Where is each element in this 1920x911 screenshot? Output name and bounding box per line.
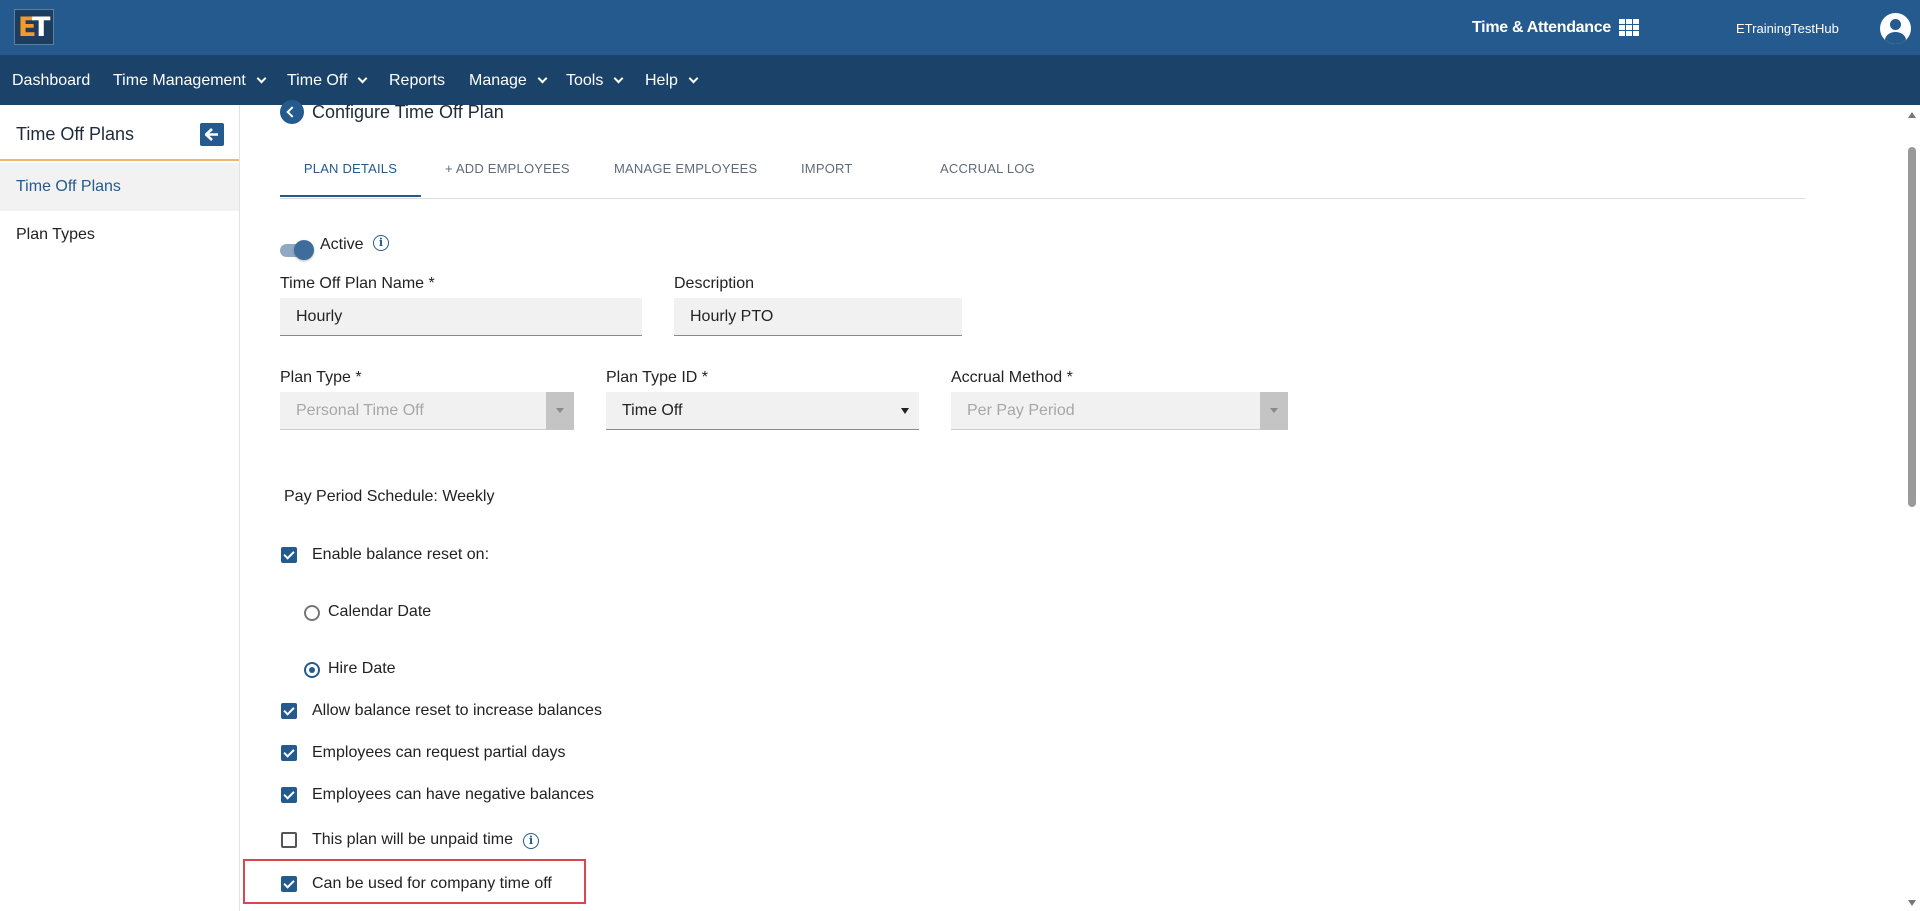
app-title: Time & Attendance — [1472, 19, 1611, 36]
dropdown-caret-icon — [546, 392, 574, 430]
plan-name-field[interactable]: Hourly — [280, 298, 642, 336]
nav-time-management[interactable]: Time Management — [113, 70, 267, 92]
user-avatar-icon[interactable] — [1880, 13, 1911, 44]
tab-manage-employees[interactable]: Manage Employees — [614, 139, 757, 197]
nav-item-label: Manage — [469, 72, 527, 89]
allow-reset-increase-label: Allow balance reset to increase balances — [312, 702, 602, 719]
back-arrow-icon[interactable] — [280, 100, 304, 124]
nav-item-label: Dashboard — [12, 72, 91, 89]
description-label: Description — [674, 275, 755, 292]
nav-reports[interactable]: Reports — [389, 70, 445, 92]
accrual-method-label: Accrual Method * — [951, 369, 1073, 386]
nav-help[interactable]: Help — [645, 70, 699, 92]
plan-type-label: Plan Type * — [280, 369, 362, 386]
radio-hire-date[interactable] — [304, 662, 320, 678]
highlight-annotation — [243, 859, 586, 904]
partial-days-checkbox[interactable] — [281, 745, 297, 761]
chevron-down-icon — [358, 73, 368, 84]
plan-type-select[interactable]: Personal Time Off — [280, 392, 574, 430]
tab-bar: Plan Details + Add Employees Manage Empl… — [280, 139, 1805, 199]
nav-item-label: Help — [645, 72, 678, 89]
sidebar-header: Time Off Plans — [0, 105, 239, 161]
nav-manage[interactable]: Manage — [469, 70, 548, 92]
sidebar-title: Time Off Plans — [16, 124, 135, 144]
app-grid-icon[interactable] — [1619, 19, 1640, 37]
accrual-method-select[interactable]: Per Pay Period — [951, 392, 1288, 430]
tab-plan-details[interactable]: Plan Details — [280, 139, 421, 197]
chevron-down-icon — [256, 73, 267, 84]
chevron-down-icon — [537, 73, 548, 84]
plan-name-label: Time Off Plan Name * — [280, 275, 435, 292]
nav-dashboard[interactable]: Dashboard — [12, 70, 90, 92]
scroll-down-arrow-icon[interactable] — [1908, 900, 1916, 906]
negative-balances-label: Employees can have negative balances — [312, 786, 594, 803]
enable-reset-label: Enable balance reset on: — [312, 546, 490, 563]
sidebar-item-plan-types[interactable]: Plan Types — [0, 211, 239, 259]
tab-add-employees[interactable]: + Add Employees — [445, 139, 570, 197]
chevron-down-icon — [688, 73, 699, 84]
scroll-thumb[interactable] — [1908, 147, 1916, 507]
radio-calendar-date[interactable] — [304, 605, 320, 621]
active-label: Active — [320, 236, 364, 253]
pay-period-schedule: Pay Period Schedule: Weekly — [284, 488, 495, 505]
partial-days-label: Employees can request partial days — [312, 744, 566, 761]
nav-tools[interactable]: Tools — [566, 70, 624, 92]
collapse-sidebar-button[interactable] — [200, 123, 224, 146]
dropdown-caret-icon — [1260, 392, 1288, 430]
nav-item-label: Time Management — [113, 72, 246, 89]
logo-letter-t: T — [32, 12, 51, 43]
allow-reset-increase-checkbox[interactable] — [281, 703, 297, 719]
tab-import[interactable]: Import — [801, 139, 853, 197]
arrow-left-icon — [205, 128, 218, 141]
scroll-up-arrow-icon[interactable] — [1908, 112, 1916, 118]
unpaid-time-label: This plan will be unpaid time — [312, 831, 513, 848]
page-scrollbar[interactable] — [1905, 105, 1920, 911]
description-field[interactable]: Hourly PTO — [674, 298, 962, 336]
info-icon[interactable]: i — [373, 235, 389, 251]
main-content: Configure Time Off Plan Plan Details + A… — [240, 100, 1905, 911]
active-toggle[interactable] — [280, 239, 314, 261]
page-title: Configure Time Off Plan — [312, 102, 504, 122]
nav-time-off[interactable]: Time Off — [287, 70, 368, 92]
main-nav: Dashboard Time Management Time Off Repor… — [0, 55, 1920, 105]
unpaid-time-checkbox[interactable] — [281, 832, 297, 848]
plan-type-id-value: Time Off — [622, 402, 683, 419]
org-name[interactable]: ETrainingTestHub — [1736, 21, 1839, 36]
nav-item-label: Tools — [566, 72, 604, 89]
tab-accrual-log[interactable]: Accrual Log — [940, 139, 1035, 197]
sidebar-item-time-off-plans[interactable]: Time Off Plans — [0, 163, 239, 211]
plan-type-value: Personal Time Off — [296, 402, 424, 419]
enable-reset-checkbox[interactable] — [281, 547, 297, 563]
nav-item-label: Reports — [389, 72, 446, 89]
app-logo[interactable]: E T — [14, 9, 54, 45]
nav-item-label: Time Off — [287, 72, 348, 89]
hire-date-label: Hire Date — [328, 660, 396, 677]
calendar-date-label: Calendar Date — [328, 603, 432, 620]
plan-type-id-select[interactable]: Time Off — [606, 392, 919, 430]
sidebar: Time Off Plans Time Off Plans Plan Types — [0, 105, 240, 911]
plan-type-id-label: Plan Type ID * — [606, 369, 708, 386]
top-header: E T Time & Attendance ETrainingTestHub — [0, 0, 1920, 55]
accrual-method-value: Per Pay Period — [967, 402, 1075, 419]
chevron-down-icon — [613, 73, 624, 84]
info-icon[interactable]: i — [523, 833, 539, 849]
negative-balances-checkbox[interactable] — [281, 787, 297, 803]
dropdown-caret-icon — [901, 408, 909, 414]
